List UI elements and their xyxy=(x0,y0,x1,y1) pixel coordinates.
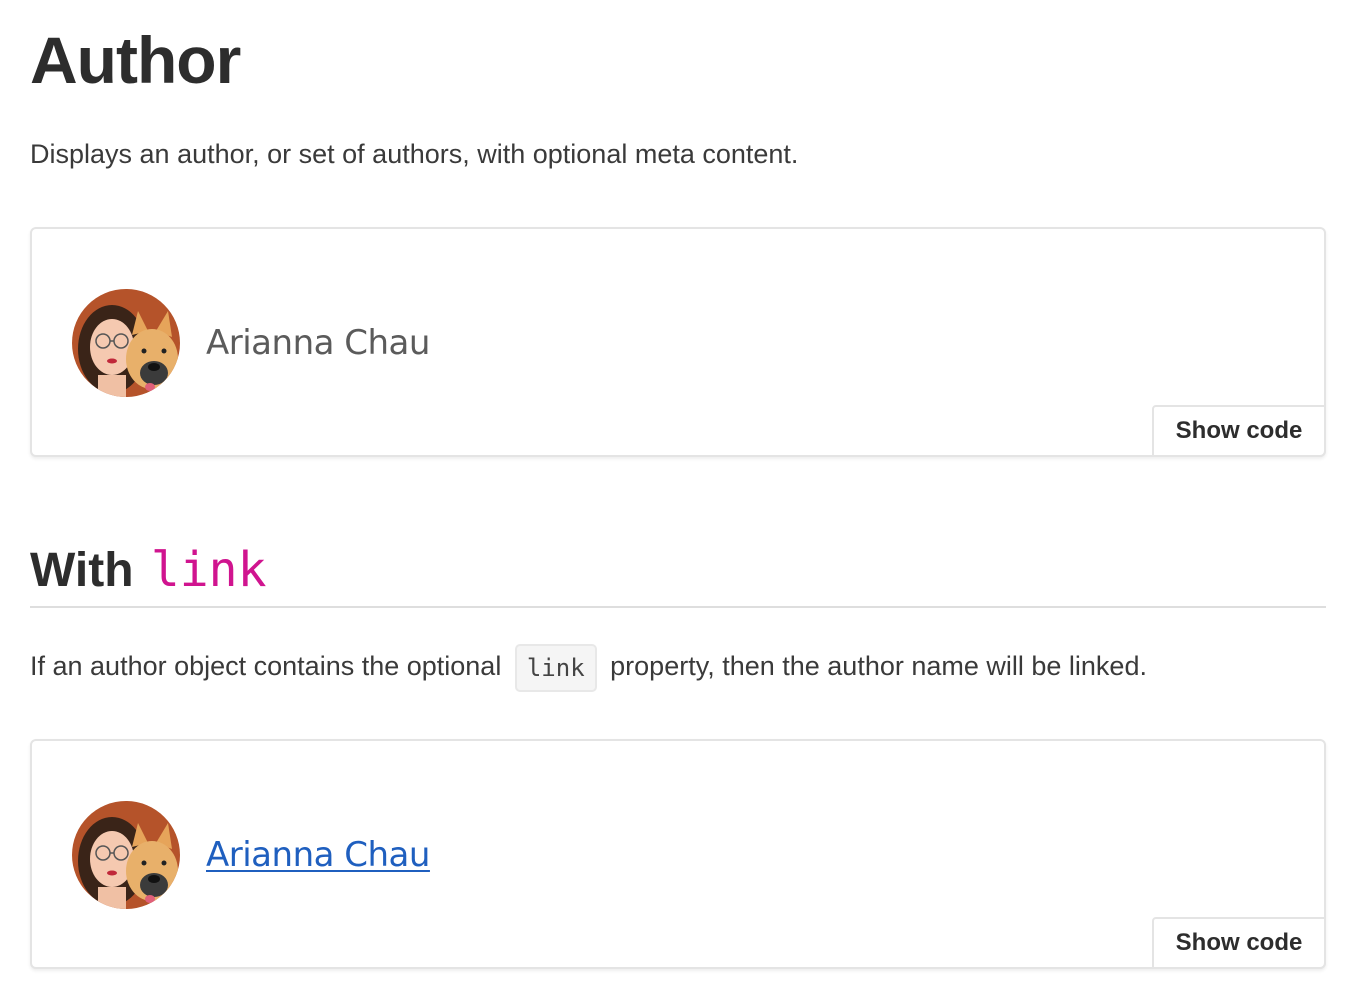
page-title: Author xyxy=(30,23,241,97)
author: Arianna Chau xyxy=(72,801,430,909)
avatar xyxy=(72,289,180,397)
section-description: If an author object contains the optiona… xyxy=(30,642,1147,692)
show-code-button[interactable]: Show code xyxy=(1152,405,1326,457)
avatar-illustration-icon xyxy=(72,289,180,397)
inline-code-link: link xyxy=(514,643,597,692)
author: Arianna Chau xyxy=(72,289,430,397)
page-description: Displays an author, or set of authors, w… xyxy=(30,139,799,169)
section-heading-prefix: With xyxy=(30,544,134,597)
avatar xyxy=(72,801,180,909)
section-description-after: property, then the author name will be l… xyxy=(610,651,1147,681)
author-name: Arianna Chau xyxy=(206,323,430,363)
demo-card-with-link: Arianna Chau Show code xyxy=(30,739,1326,969)
section-description-before: If an author object contains the optiona… xyxy=(30,651,502,681)
section-heading-code: link xyxy=(150,542,267,598)
demo-card-basic: Arianna Chau Show code xyxy=(30,227,1326,457)
avatar-illustration-icon xyxy=(72,801,180,909)
section-heading-with-link: With link xyxy=(30,538,1326,608)
show-code-button[interactable]: Show code xyxy=(1152,917,1326,969)
author-name-link[interactable]: Arianna Chau xyxy=(206,835,430,875)
